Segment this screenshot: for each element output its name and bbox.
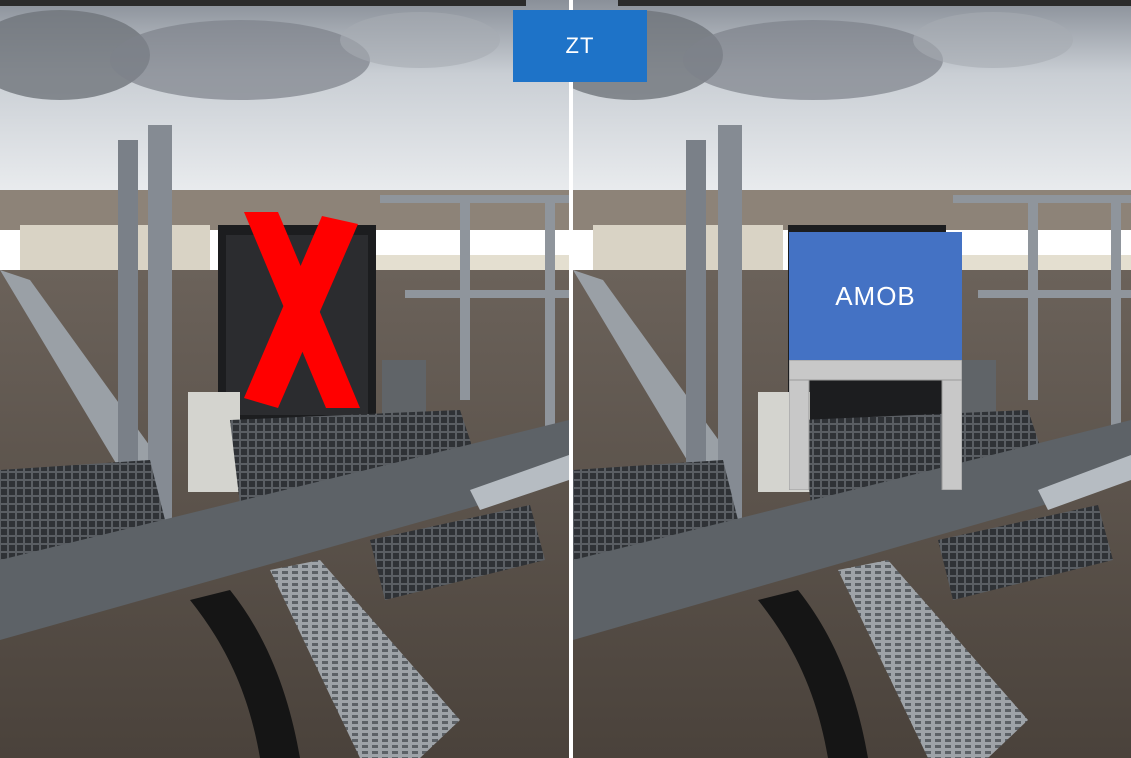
amob-stand-frame-icon: [789, 360, 962, 490]
amob-label-box: AMOB: [789, 232, 962, 360]
photo-before: [0, 0, 569, 758]
top-strip-right: [618, 0, 1131, 6]
red-x-mark-icon: [244, 212, 360, 408]
zt-label: ZT: [565, 33, 595, 58]
zt-label-box: ZT: [513, 10, 647, 82]
amob-label: AMOB: [835, 280, 916, 311]
top-strip-left: [0, 0, 526, 6]
